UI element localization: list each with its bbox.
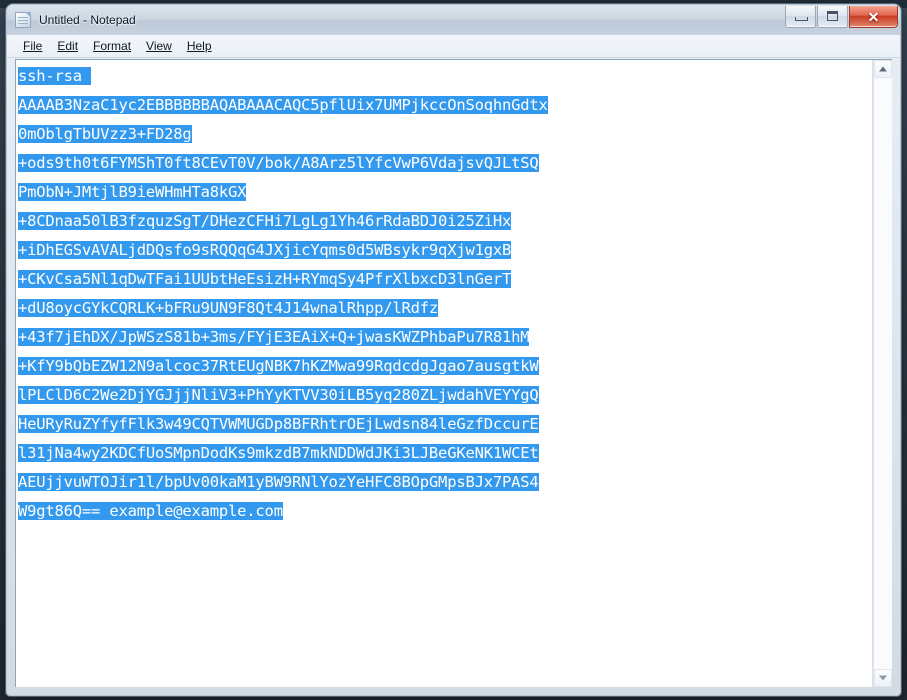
editor-line-text: ssh-rsa [18,67,92,85]
editor-line-text: +ods9th0t6FYMShT0ft8CEvT0V/bok/A8Arz5lYf… [18,154,539,172]
editor-line: lPLClD6C2We2DjYGJjjNliV3+PhYyKTVV30iLB5y… [18,381,872,410]
editor-line-text: HeURyRuZYfyfFlk3w49CQTVWMUGDp8BFRhtrOEjL… [18,415,539,433]
editor-line-text: W9gt86Q== example@example.com [18,502,283,520]
menu-item-file-label: File [23,39,43,53]
editor-line-text: +iDhEGSvAVALjdDQsfo9sRQQqG4JXjicYqms0d5W… [18,241,512,259]
editor-line: AEUjjvuWTOJir1l/bpUv00kaM1yBW9RNlYozYeHF… [18,468,872,497]
menu-bar: File Edit Format View Help [7,35,900,58]
editor-line: HeURyRuZYfyfFlk3w49CQTVWMUGDp8BFRhtrOEjL… [18,410,872,439]
menu-item-format[interactable]: Format [87,37,140,55]
vertical-scrollbar[interactable] [873,60,892,687]
notepad-document-icon [15,12,31,28]
maximize-button[interactable] [817,6,848,28]
window-title: Untitled - Notepad [39,13,136,27]
editor-line-text: +dU8oycGYkCQRLK+bFRu9UN9F8Qt4J14wnalRhpp… [18,299,439,317]
editor-line-text: +43f7jEhDX/JpWSzS81b+3ms/FYjE3EAiX+Q+jwa… [18,328,530,346]
editor-line: ssh-rsa [18,62,872,91]
scroll-up-arrow-icon [879,66,887,72]
menu-item-file[interactable]: File [17,37,51,55]
editor-line: +ods9th0t6FYMShT0ft8CEvT0V/bok/A8Arz5lYf… [18,149,872,178]
editor-line-text: lPLClD6C2We2DjYGJjjNliV3+PhYyKTVV30iLB5y… [18,386,539,404]
scroll-up-button[interactable] [874,60,892,78]
editor-line: +CKvCsa5Nl1qDwTFai1UUbtHeEsizH+RYmqSy4Pf… [18,265,872,294]
scroll-down-arrow-icon [879,675,887,681]
editor-line-text: AAAAB3NzaC1yc2EBBBBBBAQABAAACAQC5pflUix7… [18,96,548,114]
editor-line: W9gt86Q== example@example.com [18,497,872,526]
minimize-icon [795,17,808,21]
minimize-button[interactable] [785,6,816,28]
editor-line-text: AEUjjvuWTOJir1l/bpUv00kaM1yBW9RNlYozYeHF… [18,473,539,491]
editor-client-area: ssh-rsa AAAAB3NzaC1yc2EBBBBBBAQABAAACAQC… [15,59,892,687]
menu-item-format-label: Format [93,39,132,53]
editor-line-text: 0mOblgTbUVzz3+FD28g [18,125,192,143]
menu-item-help[interactable]: Help [181,37,221,55]
editor-line: 0mOblgTbUVzz3+FD28g [18,120,872,149]
editor-line-text: l31jNa4wy2KDCfUoSMpnDodKs9mkzdB7mkNDDWdJ… [18,444,539,462]
text-editor-content[interactable]: ssh-rsa AAAAB3NzaC1yc2EBBBBBBAQABAAACAQC… [18,62,872,687]
title-bar[interactable]: Untitled - Notepad ✕ [7,5,900,35]
close-icon: ✕ [867,8,880,25]
text-editor-pane[interactable]: ssh-rsa AAAAB3NzaC1yc2EBBBBBBAQABAAACAQC… [16,60,873,687]
editor-line-text: +CKvCsa5Nl1qDwTFai1UUbtHeEsizH+RYmqSy4Pf… [18,270,512,288]
menu-item-edit[interactable]: Edit [51,37,87,55]
menu-item-view[interactable]: View [140,37,181,55]
menu-item-help-label: Help [186,39,212,53]
vertical-scrollbar-track[interactable] [874,78,892,669]
editor-line: AAAAB3NzaC1yc2EBBBBBBAQABAAACAQC5pflUix7… [18,91,872,120]
editor-line-text: PmObN+JMtjlB9ieWHmHTa8kGX [18,183,247,201]
editor-line: +iDhEGSvAVALjdDQsfo9sRQQqG4JXjicYqms0d5W… [18,236,872,265]
window-controls: ✕ [784,6,898,28]
menu-item-edit-label: Edit [57,39,79,53]
notepad-window: Untitled - Notepad ✕ File Edit Format Vi… [6,4,901,696]
editor-line: l31jNa4wy2KDCfUoSMpnDodKs9mkzdB7mkNDDWdJ… [18,439,872,468]
editor-line: PmObN+JMtjlB9ieWHmHTa8kGX [18,178,872,207]
editor-line: +43f7jEhDX/JpWSzS81b+3ms/FYjE3EAiX+Q+jwa… [18,323,872,352]
scroll-down-button[interactable] [874,669,892,687]
close-button[interactable]: ✕ [849,6,898,28]
maximize-icon [827,11,838,21]
editor-line-text: +KfY9bQbEZW12N9alcoc37RtEUgNBK7hKZMwa99R… [18,357,539,375]
editor-line: +KfY9bQbEZW12N9alcoc37RtEUgNBK7hKZMwa99R… [18,352,872,381]
menu-item-view-label: View [146,39,172,53]
editor-line: +dU8oycGYkCQRLK+bFRu9UN9F8Qt4J14wnalRhpp… [18,294,872,323]
editor-line-text: +8CDnaa50lB3fzquzSgT/DHezCFHi7LgLg1Yh46r… [18,212,512,230]
editor-line: +8CDnaa50lB3fzquzSgT/DHezCFHi7LgLg1Yh46r… [18,207,872,236]
